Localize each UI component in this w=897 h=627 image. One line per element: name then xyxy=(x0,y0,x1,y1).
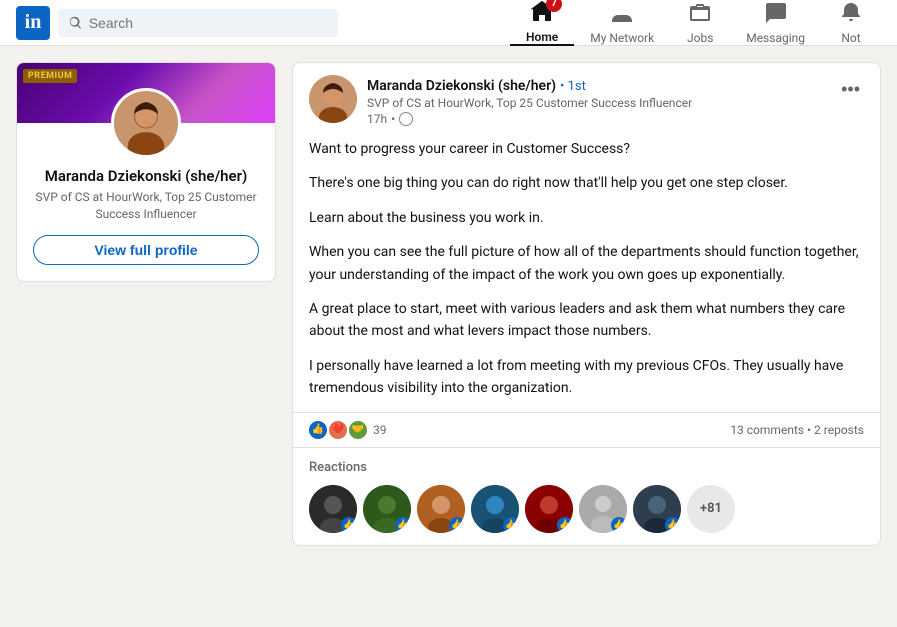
reactions-plus-count[interactable]: +81 xyxy=(687,485,735,533)
post-author-title: SVP of CS at HourWork, Top 25 Customer S… xyxy=(367,96,827,110)
profile-avatar-image xyxy=(114,88,178,158)
support-emoji: 🤝 xyxy=(349,421,367,439)
profile-avatar xyxy=(111,88,181,158)
profile-banner: PREMIUM xyxy=(17,63,275,123)
post-paragraph-3: Learn about the business you work in. xyxy=(309,207,864,229)
reaction-avatar-2[interactable]: 👍 xyxy=(363,485,411,533)
post-time: 17h • xyxy=(367,112,827,126)
my-network-label: My Network xyxy=(590,31,654,45)
notifications-label: Not xyxy=(841,31,860,45)
post-paragraph-4: When you can see the full picture of how… xyxy=(309,241,864,286)
reaction-like-icon-1: 👍 xyxy=(341,517,357,533)
nav-item-jobs[interactable]: Jobs xyxy=(670,0,730,46)
post-body: Want to progress your career in Customer… xyxy=(293,138,880,412)
notifications-icon xyxy=(839,1,863,25)
reaction-like-icon-4: 👍 xyxy=(503,517,519,533)
post-time-separator: • xyxy=(391,112,395,126)
linkedin-logo[interactable]: in xyxy=(16,6,50,40)
post-author-avatar xyxy=(309,75,357,123)
reaction-emojis: 👍 ❤️ 🤝 39 xyxy=(309,421,387,439)
profile-name: Maranda Dziekonski (she/her) xyxy=(33,167,259,185)
notifications-icon-wrapper xyxy=(839,1,863,29)
reaction-avatar-5[interactable]: 👍 xyxy=(525,485,573,533)
navbar-left: in xyxy=(16,6,338,40)
my-network-icon-wrapper xyxy=(610,1,634,29)
reaction-like-icon-5: 👍 xyxy=(557,517,573,533)
post-paragraph-5: A great place to start, meet with variou… xyxy=(309,298,864,343)
post-paragraph-1: Want to progress your career in Customer… xyxy=(309,138,864,160)
post-time-text: 17h xyxy=(367,112,387,126)
my-network-icon xyxy=(610,1,634,25)
nav-icons: 7 Home My Network Jobs xyxy=(510,0,881,46)
post-card: Maranda Dziekonski (she/her) • 1st SVP o… xyxy=(292,62,881,546)
jobs-icon-wrapper xyxy=(688,1,712,29)
home-badge: 7 xyxy=(546,0,562,12)
reactions-avatars: 👍 👍 xyxy=(309,485,864,533)
reactions-title: Reactions xyxy=(309,460,864,475)
jobs-label: Jobs xyxy=(687,31,713,45)
nav-item-messaging[interactable]: Messaging xyxy=(730,0,821,46)
view-profile-button[interactable]: View full profile xyxy=(33,235,259,265)
reaction-avatar-7[interactable]: 👍 xyxy=(633,485,681,533)
reaction-like-icon-7: 👍 xyxy=(665,517,681,533)
reaction-avatar-3[interactable]: 👍 xyxy=(417,485,465,533)
messaging-icon-wrapper xyxy=(764,1,788,29)
search-icon xyxy=(68,15,83,31)
comments-reposts-count: 13 comments • 2 reposts xyxy=(730,423,864,437)
post-author-name[interactable]: Maranda Dziekonski (she/her) xyxy=(367,78,556,94)
globe-icon xyxy=(399,112,413,126)
nav-item-notifications[interactable]: Not xyxy=(821,0,881,46)
post-more-options-button[interactable]: ••• xyxy=(837,75,864,104)
post-paragraph-2: There's one big thing you can do right n… xyxy=(309,172,864,194)
reaction-avatar-6[interactable]: 👍 xyxy=(579,485,627,533)
home-icon-wrapper: 7 xyxy=(530,0,554,28)
post-author-name-line: Maranda Dziekonski (she/her) • 1st xyxy=(367,75,827,94)
post-avatar-image xyxy=(309,75,357,123)
like-emoji: 👍 xyxy=(309,421,327,439)
post-author-info: Maranda Dziekonski (she/her) • 1st SVP o… xyxy=(367,75,827,126)
feed: Maranda Dziekonski (she/her) • 1st SVP o… xyxy=(292,62,881,546)
reactions-count: 39 xyxy=(373,423,387,437)
post-author-connection-badge: • 1st xyxy=(560,79,586,94)
premium-badge: PREMIUM xyxy=(23,69,77,83)
navbar: in 7 Home My Network xyxy=(0,0,897,46)
nav-item-my-network[interactable]: My Network xyxy=(574,0,670,46)
post-stats: 👍 ❤️ 🤝 39 13 comments • 2 reposts xyxy=(293,412,880,447)
heart-emoji: ❤️ xyxy=(329,421,347,439)
jobs-icon xyxy=(688,1,712,25)
main-layout: PREMIUM Maranda Dziekonski (she/her) xyxy=(0,46,897,562)
home-label: Home xyxy=(526,30,558,44)
search-box[interactable] xyxy=(58,9,338,37)
reaction-avatar-4[interactable]: 👍 xyxy=(471,485,519,533)
reaction-like-icon-2: 👍 xyxy=(395,517,411,533)
profile-title: SVP of CS at HourWork, Top 25 Customer S… xyxy=(33,189,259,223)
messaging-label: Messaging xyxy=(746,31,805,45)
search-input[interactable] xyxy=(89,15,328,31)
post-header: Maranda Dziekonski (she/her) • 1st SVP o… xyxy=(293,63,880,138)
nav-item-home[interactable]: 7 Home xyxy=(510,0,574,46)
reaction-like-icon-6: 👍 xyxy=(611,517,627,533)
post-paragraph-6: I personally have learned a lot from mee… xyxy=(309,355,864,400)
reaction-like-icon-3: 👍 xyxy=(449,517,465,533)
reaction-avatar-1[interactable]: 👍 xyxy=(309,485,357,533)
reactions-section: Reactions 👍 xyxy=(293,447,880,545)
messaging-icon xyxy=(764,1,788,25)
profile-card: PREMIUM Maranda Dziekonski (she/her) xyxy=(16,62,276,282)
sidebar: PREMIUM Maranda Dziekonski (she/her) xyxy=(16,62,276,546)
profile-avatar-wrapper xyxy=(111,88,181,158)
